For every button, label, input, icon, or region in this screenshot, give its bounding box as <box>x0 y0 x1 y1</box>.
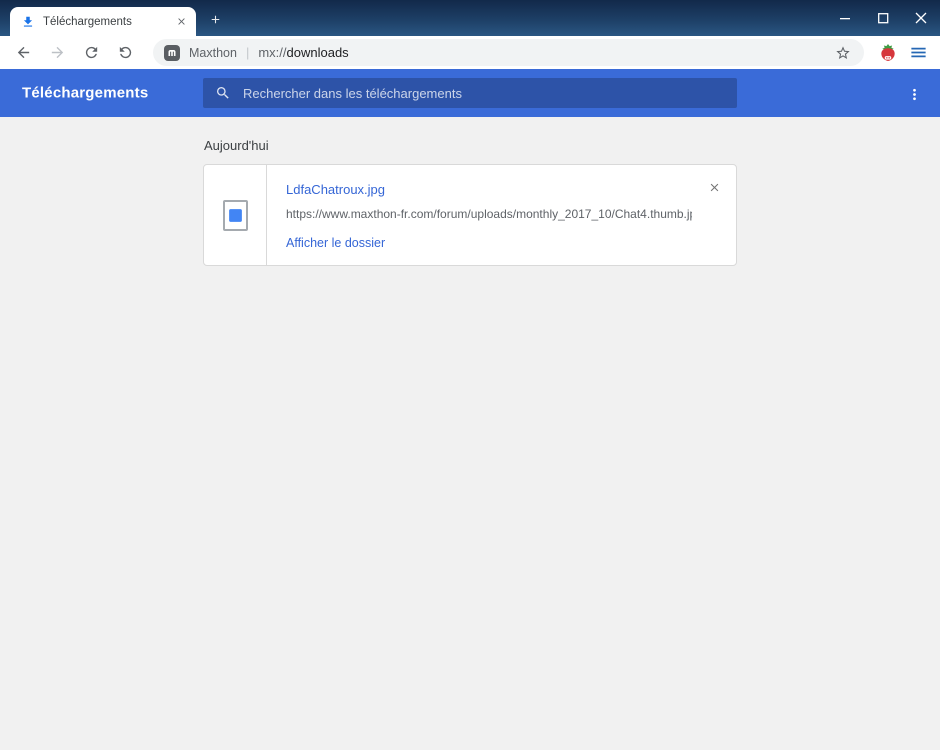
remove-download-button[interactable] <box>705 178 723 196</box>
download-source-url: https://www.maxthon-fr.com/forum/uploads… <box>286 207 692 221</box>
date-group-label: Aujourd'hui <box>204 138 269 153</box>
back-button[interactable] <box>9 39 37 67</box>
image-file-icon <box>222 199 248 231</box>
address-bar[interactable]: Maxthon | mx://downloads <box>153 39 864 66</box>
forward-icon <box>51 46 63 59</box>
toolbar: Maxthon | mx://downloads <box>0 36 940 69</box>
url-path: downloads <box>286 45 349 60</box>
browser-window: Téléchargements Maxthon | mx:// download… <box>0 0 940 750</box>
close-icon <box>710 183 718 191</box>
address-site-label: Maxthon <box>189 45 237 60</box>
download-icon <box>21 15 35 29</box>
header-menu-button[interactable] <box>904 84 924 104</box>
tab-close-icon[interactable] <box>173 13 190 30</box>
tab-telechargements[interactable]: Téléchargements <box>10 7 196 36</box>
minimize-button[interactable] <box>826 0 864 36</box>
forward-button[interactable] <box>43 39 71 67</box>
url-scheme: mx:// <box>258 45 287 60</box>
maximize-button[interactable] <box>864 0 902 36</box>
show-in-folder-link[interactable]: Afficher le dossier <box>286 236 385 250</box>
main-menu-button[interactable] <box>904 39 932 67</box>
refresh-button[interactable] <box>77 39 105 67</box>
downloads-content: Aujourd'hui LdfaChatroux.jpg https://www… <box>0 117 940 750</box>
search-input[interactable] <box>243 85 725 101</box>
download-filename-link[interactable]: LdfaChatroux.jpg <box>286 182 385 197</box>
hamburger-icon <box>910 47 926 58</box>
bookmark-star-button[interactable] <box>832 42 854 64</box>
undo-closed-tab-button[interactable] <box>111 39 139 67</box>
close-button[interactable] <box>902 0 940 36</box>
search-icon <box>217 87 229 99</box>
download-item-body: LdfaChatroux.jpg https://www.maxthon-fr.… <box>267 165 736 265</box>
downloads-header: Téléchargements <box>0 69 940 117</box>
undo-icon <box>119 46 131 59</box>
extension-strawberry-button[interactable] <box>874 39 902 67</box>
tab-title: Téléchargements <box>43 15 132 28</box>
search-box[interactable] <box>203 78 737 108</box>
back-icon <box>17 46 29 59</box>
download-item-card: LdfaChatroux.jpg https://www.maxthon-fr.… <box>203 164 737 266</box>
strawberry-icon <box>881 44 895 61</box>
star-icon <box>836 45 850 59</box>
titlebar: Téléchargements <box>0 0 940 36</box>
maxthon-logo-icon <box>164 44 180 61</box>
window-controls <box>826 0 940 36</box>
page-title: Téléchargements <box>22 84 149 102</box>
address-separator: | <box>245 45 250 60</box>
file-icon-cell <box>204 165 267 265</box>
new-tab-button[interactable] <box>201 5 229 33</box>
refresh-icon <box>85 46 97 59</box>
kebab-icon <box>912 88 916 100</box>
